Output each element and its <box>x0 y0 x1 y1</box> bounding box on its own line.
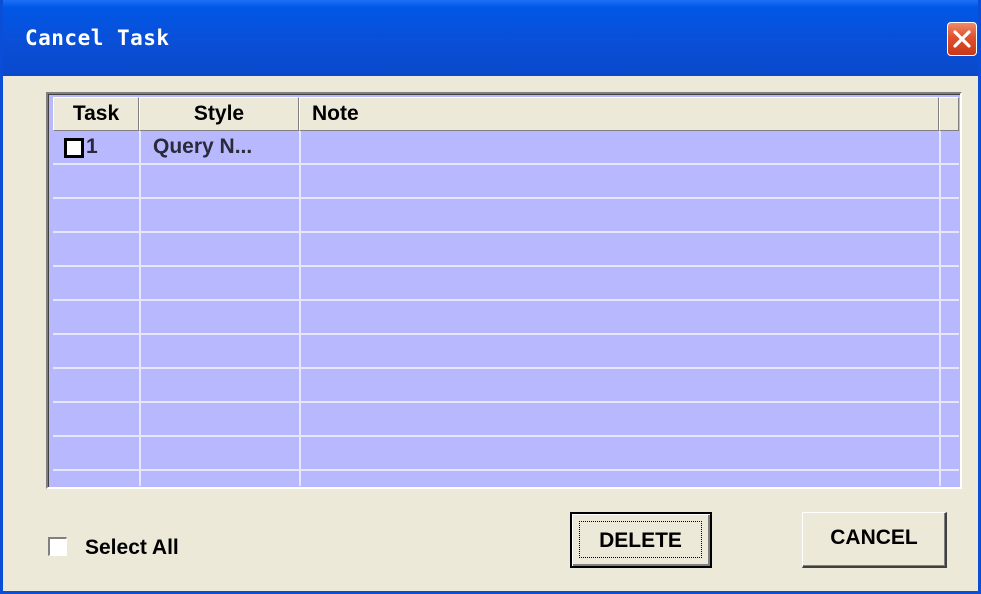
window-title: Cancel Task <box>25 26 170 50</box>
title-bar[interactable]: Cancel Task <box>3 0 978 76</box>
table-row[interactable] <box>53 301 959 335</box>
table-row[interactable] <box>53 267 959 301</box>
table-row[interactable] <box>53 165 959 199</box>
select-all-label[interactable]: Select All <box>85 534 179 562</box>
table-row[interactable] <box>53 403 959 437</box>
style-cell: Query N... <box>153 135 253 158</box>
task-cell: 1 <box>86 135 98 158</box>
table-row[interactable] <box>53 335 959 369</box>
table-row[interactable] <box>53 233 959 267</box>
grid-body: 1 Query N... <box>53 131 959 486</box>
task-grid[interactable]: Task Style Note 1 Query N... <box>46 92 962 489</box>
cancel-task-dialog: Cancel Task Task Style Note 1 Query N...… <box>0 0 981 594</box>
table-row[interactable] <box>53 199 959 233</box>
table-row[interactable] <box>53 437 959 471</box>
table-row[interactable]: 1 Query N... <box>53 131 959 165</box>
delete-button[interactable]: DELETE <box>570 512 712 568</box>
row-checkbox[interactable] <box>64 138 84 158</box>
task-grid-inner: Task Style Note 1 Query N... <box>48 94 960 487</box>
column-header-style[interactable]: Style <box>139 97 299 131</box>
table-row[interactable] <box>53 369 959 403</box>
grid-header: Task Style Note <box>53 97 959 131</box>
close-button[interactable] <box>947 22 977 56</box>
cancel-button[interactable]: CANCEL <box>802 512 947 568</box>
select-all-checkbox[interactable] <box>48 537 67 556</box>
column-header-task[interactable]: Task <box>53 97 139 131</box>
close-x-icon <box>953 30 971 48</box>
column-header-filler <box>939 97 959 131</box>
column-header-note[interactable]: Note <box>299 97 939 131</box>
delete-button-label: DELETE <box>579 521 702 558</box>
